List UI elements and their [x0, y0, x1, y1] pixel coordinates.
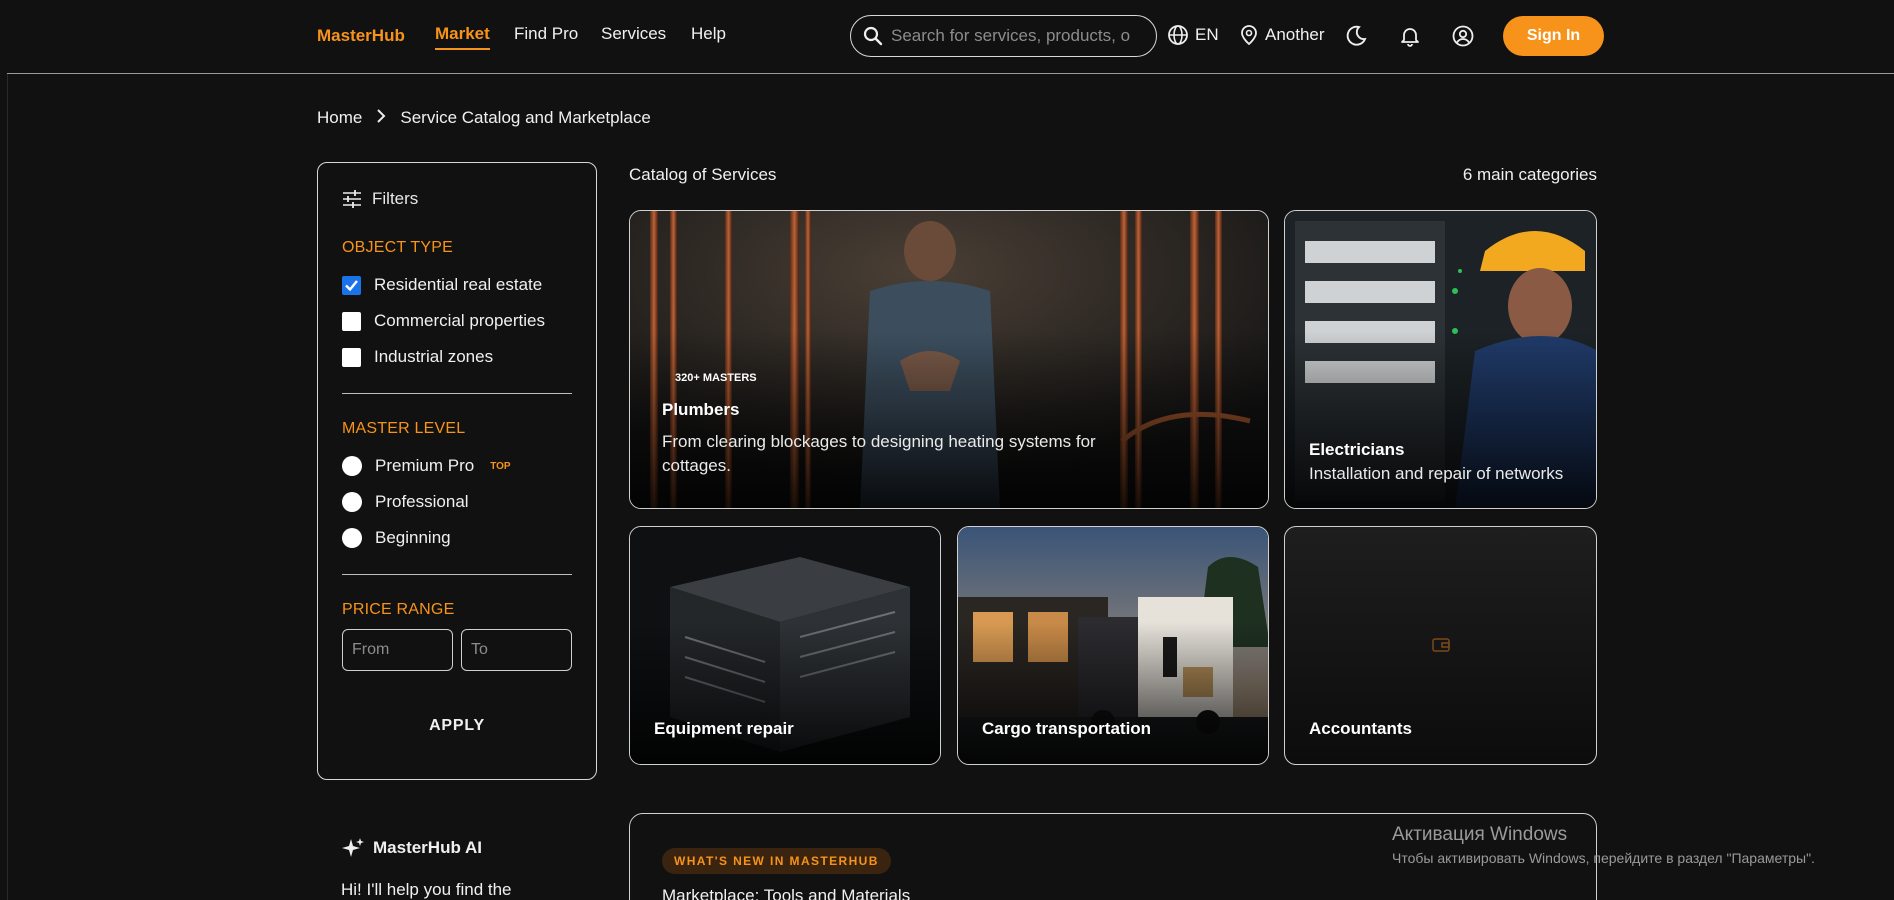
masters-count-badge: 320+ MASTERS — [675, 372, 757, 384]
news-title[interactable]: Marketplace: Tools and Materials — [662, 886, 910, 900]
master-level-option[interactable]: Premium Pro TOP — [342, 448, 572, 484]
windows-activation-title: Активация Windows — [1392, 824, 1568, 845]
category-card-plumbers[interactable]: 320+ MASTERS Plumbers From clearing bloc… — [629, 210, 1269, 509]
globe-icon — [1168, 25, 1188, 45]
master-level-title: MASTER LEVEL — [342, 420, 466, 437]
breadcrumb: Home Service Catalog and Marketplace — [317, 108, 651, 128]
object-type-title: OBJECT TYPE — [342, 239, 453, 256]
nav-market[interactable]: Market — [435, 24, 490, 50]
card-title: Plumbers — [662, 400, 740, 419]
price-from-input[interactable] — [342, 629, 453, 671]
nav-find-pro[interactable]: Find Pro — [514, 24, 578, 44]
category-card-cargo[interactable]: Cargo transportation — [957, 526, 1269, 765]
object-type-option[interactable]: Industrial zones — [342, 339, 572, 375]
category-card-electricians[interactable]: Electricians Installation and repair of … — [1284, 210, 1597, 509]
checkbox-checked[interactable] — [342, 275, 361, 295]
sparkles-icon — [342, 838, 364, 857]
object-type-label: Industrial zones — [374, 347, 494, 366]
radio-button[interactable] — [342, 492, 362, 512]
card-title: Equipment repair — [654, 719, 794, 738]
news-badge: WHAT'S NEW IN MASTERHUB — [662, 848, 891, 874]
object-type-label: Commercial properties — [374, 311, 545, 330]
user-icon[interactable] — [1451, 24, 1475, 48]
card-title: Electricians — [1309, 440, 1405, 459]
breadcrumb-current: Service Catalog and Marketplace — [400, 108, 651, 127]
top-header: MasterHub Market Find Pro Services Help … — [7, 0, 1894, 74]
divider — [342, 574, 572, 575]
object-type-label: Residential real estate — [374, 275, 543, 294]
category-card-accountants[interactable]: Accountants — [1284, 526, 1597, 765]
master-level-option[interactable]: Professional — [342, 484, 572, 520]
nav-help[interactable]: Help — [691, 24, 726, 44]
master-level-label: Premium Pro — [375, 456, 475, 475]
sign-in-button[interactable]: Sign In — [1503, 16, 1604, 56]
card-description: From clearing blockages to designing hea… — [662, 432, 1096, 475]
filters-header: Filters — [342, 189, 572, 209]
card-description: Installation and repair of networks — [1309, 464, 1564, 483]
card-overlay — [630, 621, 940, 764]
radio-button[interactable] — [342, 456, 362, 476]
logo[interactable]: MasterHub — [317, 26, 405, 46]
left-border — [7, 0, 8, 900]
master-level-label: Professional — [375, 492, 469, 511]
ai-assistant-header: MasterHub AI — [341, 836, 482, 860]
apply-button[interactable]: APPLY — [429, 717, 485, 735]
top-badge: TOP — [490, 460, 511, 472]
card-title: Accountants — [1309, 719, 1412, 738]
ai-message: Hi! I'll help you find the — [341, 880, 512, 899]
location-label: Another — [1265, 25, 1325, 44]
sliders-icon — [343, 190, 361, 208]
master-level-label: Beginning — [375, 528, 451, 547]
language-label: EN — [1195, 25, 1219, 44]
search-input[interactable] — [891, 26, 1136, 46]
price-range — [342, 629, 572, 671]
chevron-right-icon — [376, 108, 386, 128]
bell-icon[interactable] — [1398, 24, 1422, 48]
price-range-title: PRICE RANGE — [342, 601, 455, 618]
filters-title: Filters — [372, 189, 419, 208]
card-title: Cargo transportation — [982, 719, 1152, 738]
card-overlay — [958, 621, 1268, 764]
wallet-icon — [1432, 638, 1450, 652]
category-card-equipment-repair[interactable]: Equipment repair — [629, 526, 941, 765]
object-type-option[interactable]: Residential real estate — [342, 267, 572, 303]
object-type-option[interactable]: Commercial properties — [342, 303, 572, 339]
breadcrumb-home[interactable]: Home — [317, 108, 362, 128]
catalog-count: 6 main categories — [1462, 165, 1597, 184]
location-selector[interactable]: Another — [1239, 24, 1325, 46]
search-box[interactable] — [850, 15, 1157, 57]
checkbox[interactable] — [342, 347, 361, 367]
search-icon — [863, 26, 883, 46]
moon-icon[interactable] — [1344, 24, 1368, 48]
ai-title: MasterHub AI — [373, 838, 482, 857]
radio-button[interactable] — [342, 528, 362, 548]
language-selector[interactable]: EN — [1167, 24, 1219, 46]
windows-activation-text: Чтобы активировать Windows, перейдите в … — [1392, 850, 1815, 866]
catalog-title: Catalog of Services — [629, 165, 777, 184]
filters-panel: Filters OBJECT TYPE Residential real est… — [317, 162, 597, 780]
price-to-input[interactable] — [461, 629, 572, 671]
nav-services[interactable]: Services — [601, 24, 666, 44]
checkbox[interactable] — [342, 311, 361, 331]
divider — [342, 393, 572, 394]
map-pin-icon — [1241, 25, 1257, 46]
master-level-option[interactable]: Beginning — [342, 520, 572, 556]
